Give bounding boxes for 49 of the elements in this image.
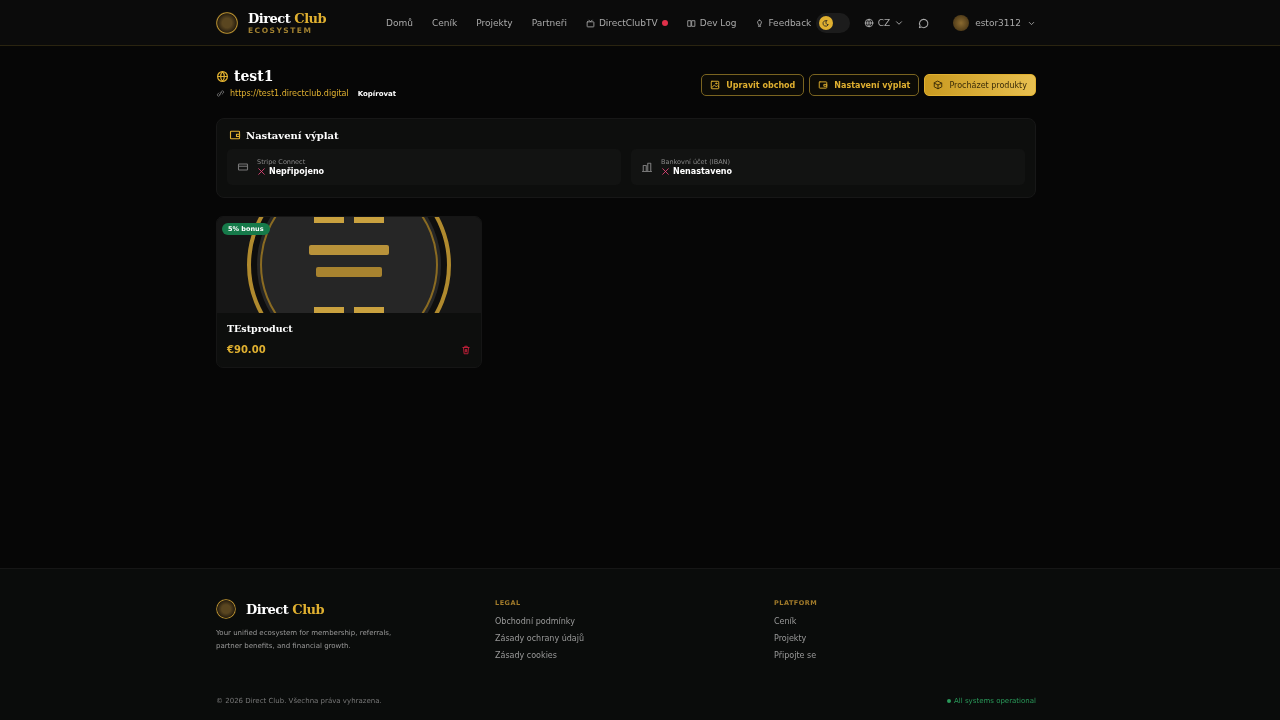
nav-link[interactable]: Ceník xyxy=(432,18,458,28)
nav-link[interactable]: Projekty xyxy=(476,18,513,28)
chat-button[interactable] xyxy=(918,17,930,29)
action-button[interactable]: Procházet produkty xyxy=(924,74,1036,96)
bank-icon xyxy=(641,161,653,173)
book-icon xyxy=(686,18,696,28)
product-name: TEstproduct xyxy=(227,323,294,334)
footer-link[interactable]: Zásady cookies xyxy=(495,650,774,661)
globe-icon xyxy=(863,18,874,28)
avatar xyxy=(953,15,970,31)
footer-link[interactable]: Ceník xyxy=(774,616,1036,627)
moon-icon xyxy=(821,18,831,28)
method-status: Nenastaveno xyxy=(673,167,733,176)
wallet-icon xyxy=(229,129,241,141)
trash-icon xyxy=(461,344,471,355)
credit-card-icon xyxy=(237,161,249,173)
chat-icon xyxy=(918,17,930,29)
nav-link[interactable]: Dev Log xyxy=(686,18,737,28)
nav-link[interactable]: Partneři xyxy=(531,18,567,28)
chevron-icon xyxy=(894,18,905,28)
user-menu[interactable]: estor3112 xyxy=(953,15,1036,31)
image-icon xyxy=(710,80,721,90)
nav-link[interactable]: Domů xyxy=(386,18,414,28)
action-button[interactable]: Nastavení výplat xyxy=(809,74,920,96)
brand-name: Direct Club xyxy=(248,11,327,26)
globe-icon xyxy=(216,69,229,83)
brand-name: Direct Club xyxy=(246,601,325,617)
theme-toggle[interactable] xyxy=(815,13,850,33)
wallet-icon xyxy=(818,80,829,90)
footer-link[interactable]: Připojte se xyxy=(774,650,1036,661)
product-price: €90.00 xyxy=(227,344,266,355)
footer-link[interactable]: Projekty xyxy=(774,633,1036,644)
shop-title: test1 xyxy=(234,68,274,84)
nav-link[interactable]: Feedback xyxy=(755,18,812,28)
delete-button[interactable] xyxy=(461,344,471,355)
shop-url[interactable]: https://test1.directclub.digital xyxy=(230,89,349,98)
footer-link[interactable]: Obchodní podmínky xyxy=(495,616,774,627)
link-icon xyxy=(216,89,225,98)
panel-title: Nastavení výplat xyxy=(246,129,339,141)
action-button[interactable]: Upravit obchod xyxy=(701,74,805,96)
tv-icon xyxy=(585,18,595,28)
lightbulb-icon xyxy=(755,18,765,28)
nav-link[interactable]: DirectClubTV xyxy=(585,18,668,28)
method-status: Nepřipojeno xyxy=(269,167,325,176)
box-icon xyxy=(933,80,944,90)
language-selector[interactable]: CZ xyxy=(863,18,905,28)
logo-icon xyxy=(216,599,236,619)
logo-icon xyxy=(216,12,238,34)
footer-link[interactable]: Zásady ochrany údajů xyxy=(495,633,774,644)
